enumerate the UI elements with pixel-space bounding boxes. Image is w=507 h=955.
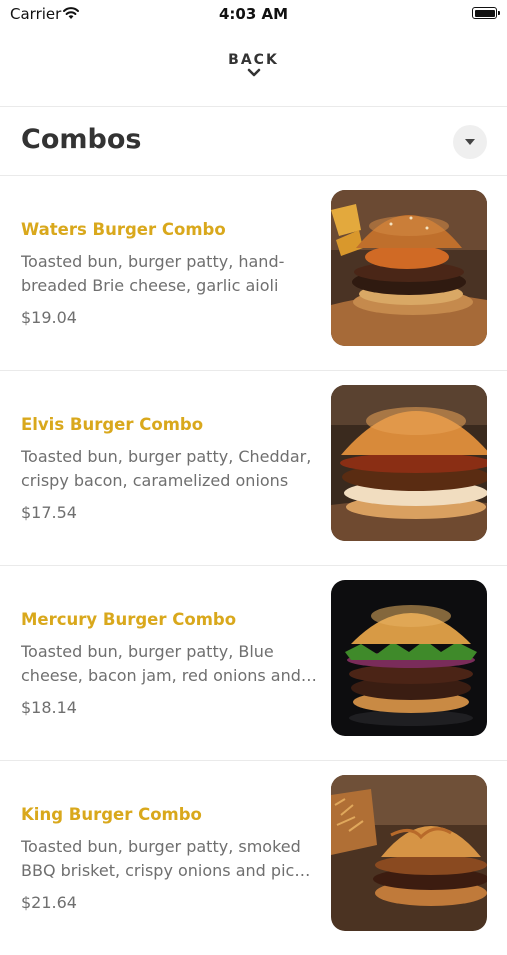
menu-item[interactable]: Waters Burger Combo Toasted bun, burger … [0, 175, 507, 370]
item-name: Waters Burger Combo [21, 220, 226, 239]
chevron-down-icon [247, 68, 260, 77]
divider [0, 106, 507, 107]
caret-down-icon [465, 139, 475, 145]
item-description: Toasted bun, burger patty, Blue cheese, … [21, 642, 317, 685]
item-price: $18.14 [21, 698, 77, 717]
item-image [331, 775, 487, 931]
section-collapse-button[interactable] [453, 125, 487, 159]
item-name: Elvis Burger Combo [21, 415, 204, 434]
item-name: King Burger Combo [21, 805, 202, 824]
item-price: $21.64 [21, 893, 77, 912]
menu-item[interactable]: Mercury Burger Combo Toasted bun, burger… [0, 565, 507, 760]
item-description: Toasted bun, burger patty, Cheddar, cris… [21, 447, 312, 490]
item-description: Toasted bun, burger patty, hand-breaded … [21, 252, 285, 295]
menu-item[interactable]: King Burger Combo Toasted bun, burger pa… [0, 760, 507, 955]
item-description: Toasted bun, burger patty, smoked BBQ br… [21, 837, 311, 880]
item-name: Mercury Burger Combo [21, 610, 237, 629]
item-price: $19.04 [21, 308, 77, 327]
battery-icon [472, 7, 500, 19]
status-bar: Carrier 4:03 AM [0, 0, 507, 30]
item-image [331, 190, 487, 346]
section-title: Combos [21, 124, 142, 155]
back-label: BACK [228, 52, 279, 68]
back-button[interactable]: BACK [0, 52, 507, 78]
item-price: $17.54 [21, 503, 77, 522]
item-image [331, 580, 487, 736]
clock: 4:03 AM [218, 5, 289, 23]
item-image [331, 385, 487, 541]
menu-item[interactable]: Elvis Burger Combo Toasted bun, burger p… [0, 370, 507, 565]
